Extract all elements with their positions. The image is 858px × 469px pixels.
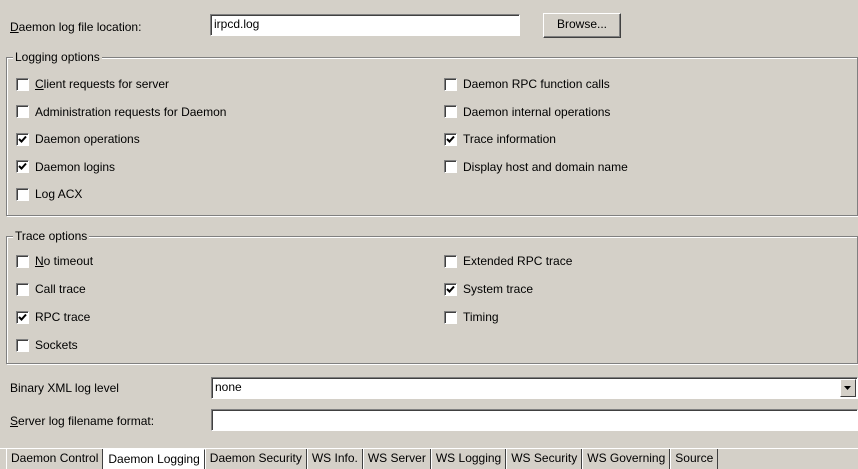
- label-text: Call trace: [35, 282, 86, 296]
- checkbox-display-host-and-domain-name[interactable]: Display host and domain name: [444, 159, 628, 175]
- label-text: Daemon logins: [35, 159, 116, 174]
- checkbox-client-requests-for-server[interactable]: Client requests for server: [16, 76, 169, 92]
- checkbox-checked-icon[interactable]: [444, 132, 457, 146]
- checkbox-label: Administration requests for Daemon: [35, 105, 226, 119]
- tab-source[interactable]: Source: [670, 449, 719, 469]
- server-log-filename-format-input[interactable]: [211, 409, 858, 431]
- checkbox-checked-icon[interactable]: [16, 310, 29, 324]
- checkmark-icon: [446, 135, 455, 143]
- tab-ws-info[interactable]: WS Info.: [306, 449, 363, 469]
- checkbox-sockets[interactable]: Sockets: [16, 337, 78, 353]
- checkbox-daemon-rpc-function-calls[interactable]: Daemon RPC function calls: [444, 76, 610, 92]
- label-text: Sockets: [35, 338, 78, 352]
- tab-ws-security[interactable]: WS Security: [506, 449, 583, 469]
- daemon-log-location-input[interactable]: irpcd.log: [210, 14, 520, 36]
- tab-ws-logging[interactable]: WS Logging: [430, 449, 507, 469]
- label-text: Display host and domain name: [463, 159, 628, 174]
- label-mnemonic: N: [35, 254, 44, 268]
- label-text: RPC trace: [35, 310, 91, 324]
- checkbox-unchecked-icon[interactable]: [16, 254, 29, 268]
- checkbox-unchecked-icon[interactable]: [444, 254, 457, 268]
- server-log-filename-format-label: Server log filename format:: [10, 414, 154, 428]
- checkbox-unchecked-icon[interactable]: [16, 282, 29, 296]
- logging-options-title: Logging options: [13, 50, 102, 64]
- checkbox-unchecked-icon[interactable]: [444, 77, 457, 91]
- label-mnemonic: S: [10, 414, 19, 428]
- checkbox-system-trace[interactable]: System trace: [444, 281, 533, 297]
- browse-button[interactable]: Browse...: [543, 13, 621, 38]
- checkbox-label: Daemon logins: [35, 160, 115, 174]
- label-mnemonic: C: [35, 77, 44, 91]
- binary-xml-log-level-select[interactable]: none: [211, 377, 858, 399]
- checkbox-daemon-internal-operations[interactable]: Daemon internal operations: [444, 104, 610, 120]
- label-text: Timing: [463, 310, 499, 324]
- checkmark-icon: [18, 162, 27, 170]
- checkbox-label: Extended RPC trace: [463, 254, 572, 268]
- checkbox-label: Daemon operations: [35, 132, 140, 146]
- checkbox-unchecked-icon[interactable]: [444, 160, 457, 173]
- checkbox-no-timeout[interactable]: No timeout: [16, 253, 93, 269]
- checkmark-icon: [18, 313, 27, 321]
- checkbox-label: Trace information: [463, 132, 556, 146]
- checkbox-extended-rpc-trace[interactable]: Extended RPC trace: [444, 253, 572, 269]
- checkbox-unchecked-icon[interactable]: [16, 338, 29, 352]
- label-text: Daemon operations: [35, 132, 140, 146]
- checkbox-unchecked-icon[interactable]: [16, 187, 29, 201]
- trace-options-title: Trace options: [13, 229, 90, 243]
- chevron-down-icon[interactable]: [840, 379, 856, 397]
- label-text: Administration requests for Daemon: [35, 104, 227, 119]
- checkbox-unchecked-icon[interactable]: [444, 310, 457, 324]
- label-text: System trace: [463, 282, 534, 296]
- tab-daemon-logging[interactable]: Daemon Logging: [103, 449, 205, 469]
- checkbox-daemon-logins[interactable]: Daemon logins: [16, 159, 115, 175]
- checkbox-label: Timing: [463, 310, 499, 324]
- checkbox-unchecked-icon[interactable]: [16, 77, 29, 91]
- label-text: Trace information: [463, 132, 556, 146]
- label-text: Extended RPC trace: [463, 254, 573, 268]
- label-text: aemon log file location:: [18, 20, 142, 34]
- tab-strip: Daemon Control Daemon Logging Daemon Secur…: [6, 449, 719, 469]
- label-mnemonic: D: [10, 20, 19, 34]
- checkbox-checked-icon[interactable]: [16, 160, 29, 173]
- checkbox-log-acx[interactable]: Log ACX: [16, 186, 82, 202]
- checkbox-label: Sockets: [35, 338, 78, 352]
- label-text: Daemon internal operations: [463, 104, 611, 119]
- checkbox-trace-information[interactable]: Trace information: [444, 131, 556, 147]
- checkmark-icon: [446, 285, 455, 293]
- tab-daemon-control[interactable]: Daemon Control: [6, 449, 104, 469]
- checkbox-checked-icon[interactable]: [444, 282, 457, 296]
- checkbox-rpc-trace[interactable]: RPC trace: [16, 309, 90, 325]
- trace-options-group: Trace options: [6, 229, 858, 364]
- checkbox-label: Display host and domain name: [463, 160, 628, 174]
- checkbox-timing[interactable]: Timing: [444, 309, 499, 325]
- checkbox-administration-requests-for-daemon[interactable]: Administration requests for Daemon: [16, 104, 226, 120]
- checkbox-unchecked-icon[interactable]: [444, 105, 457, 118]
- checkbox-label: RPC trace: [35, 310, 90, 324]
- checkmark-icon: [18, 135, 27, 143]
- checkbox-label: Call trace: [35, 282, 86, 296]
- tab-ws-server[interactable]: WS Server: [362, 449, 431, 469]
- daemon-log-location-label: Daemon log file location:: [10, 20, 141, 34]
- checkbox-call-trace[interactable]: Call trace: [16, 281, 86, 297]
- checkbox-unchecked-icon[interactable]: [16, 105, 29, 118]
- label-text: lient requests for server: [43, 77, 170, 91]
- checkbox-label: System trace: [463, 282, 533, 296]
- tab-daemon-security[interactable]: Daemon Security: [204, 449, 307, 469]
- checkbox-label: Daemon RPC function calls: [463, 77, 610, 91]
- checkbox-daemon-operations[interactable]: Daemon operations: [16, 131, 140, 147]
- binary-xml-log-level-label: Binary XML log level: [10, 381, 119, 395]
- label-text: Daemon RPC function calls: [463, 77, 610, 91]
- checkbox-label: No timeout: [35, 254, 93, 268]
- checkbox-checked-icon[interactable]: [16, 132, 29, 146]
- checkbox-label: Log ACX: [35, 187, 82, 201]
- label-text: o timeout: [43, 254, 94, 268]
- binary-xml-log-level-value: none: [215, 380, 242, 394]
- label-text: Log ACX: [35, 187, 83, 201]
- checkbox-label: Client requests for server: [35, 77, 169, 91]
- label-text: erver log filename format:: [18, 414, 155, 428]
- checkbox-label: Daemon internal operations: [463, 105, 610, 119]
- tab-ws-governing[interactable]: WS Governing: [582, 449, 671, 469]
